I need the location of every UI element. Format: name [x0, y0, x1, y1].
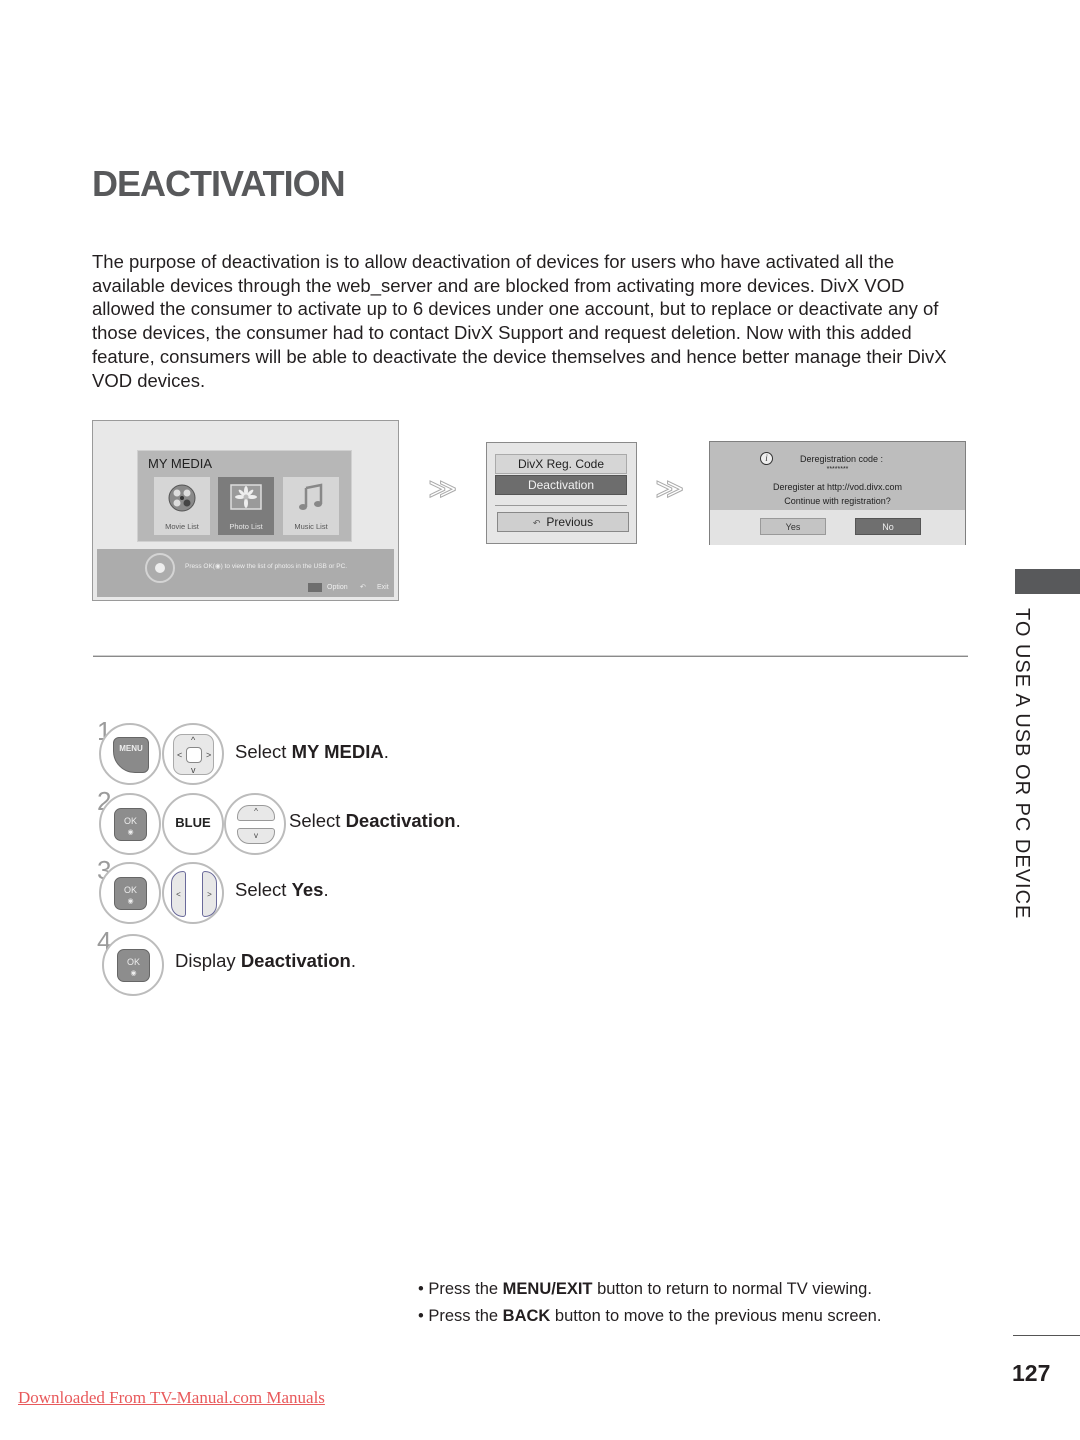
- step-prefix: Display: [175, 950, 241, 971]
- note-item: • Press the BACK button to move to the p…: [418, 1307, 882, 1325]
- step-2-instruction: Select Deactivation.: [289, 810, 461, 832]
- step-target: Deactivation: [240, 950, 351, 971]
- my-media-screenshot: MY MEDIA Movie List Photo List Music Lis…: [92, 420, 399, 601]
- option-label: Option: [327, 584, 348, 591]
- film-reel-icon: [168, 484, 196, 512]
- tile-label: Photo List: [229, 522, 263, 531]
- ok-key: OK ◉: [114, 808, 147, 841]
- step-suffix: .: [455, 810, 461, 831]
- yes-button[interactable]: Yes: [760, 518, 826, 535]
- photo-icon: [230, 484, 262, 510]
- dialog-question: Continue with registration?: [784, 496, 891, 506]
- dpad-icon: [145, 553, 175, 583]
- page-number: 127: [1012, 1360, 1051, 1386]
- step-suffix: .: [350, 950, 356, 971]
- tile-label: Movie List: [165, 522, 199, 531]
- step-3-instruction: Select Yes.: [235, 879, 329, 901]
- page-title: DEACTIVATION: [92, 163, 346, 204]
- no-button[interactable]: No: [855, 518, 921, 535]
- menu-key: MENU: [113, 737, 149, 773]
- side-tab-label: TO USE A USB OR PC DEVICE: [1011, 608, 1033, 920]
- next-arrow-icon: ≫: [654, 472, 685, 506]
- exit-label: Exit: [377, 584, 389, 591]
- ok-key: OK ◉: [114, 877, 147, 910]
- dialog-buttons: Yes No: [710, 510, 965, 545]
- side-tab-marker: [1015, 569, 1080, 594]
- footer-download-link[interactable]: Downloaded From TV-Manual.com Manuals: [18, 1388, 325, 1408]
- step-suffix: .: [383, 741, 389, 762]
- next-arrow-icon: ≫: [427, 472, 458, 506]
- ok-button-icon: OK ◉: [102, 934, 164, 996]
- back-icon: ↶: [360, 584, 366, 591]
- my-media-hint: Press OK(◉) to view the list of photos i…: [185, 563, 348, 570]
- step-prefix: Select: [235, 741, 292, 762]
- ok-key: OK ◉: [117, 949, 150, 982]
- left-right-button-icon: < >: [162, 862, 224, 924]
- notes-list: • Press the MENU/EXIT button to return t…: [418, 1276, 881, 1330]
- note-item: • Press the MENU/EXIT button to return t…: [418, 1280, 872, 1298]
- menu-item-deactivation[interactable]: Deactivation: [495, 475, 627, 495]
- previous-label: Previous: [546, 515, 594, 529]
- blue-key: BLUE: [175, 815, 211, 830]
- page-number-rule: [1013, 1335, 1080, 1336]
- intro-paragraph: The purpose of deactivation is to allow …: [92, 251, 947, 391]
- section-divider: [93, 655, 968, 657]
- dialog-body: i Deregistration code : ******** Deregis…: [710, 442, 965, 510]
- up-down-button-icon: ^ v: [224, 793, 286, 855]
- deregistration-dialog: i Deregistration code : ******** Deregis…: [709, 441, 966, 545]
- tile-label: Music List: [294, 522, 328, 531]
- navigation-button-icon: ^ v < >: [162, 723, 224, 785]
- my-media-hint-bar: Press OK(◉) to view the list of photos i…: [97, 549, 394, 597]
- back-icon: ↶: [532, 518, 541, 528]
- dpad: ^ v < >: [173, 734, 214, 775]
- menu-divider: [495, 505, 627, 506]
- tile-music-list[interactable]: Music List: [283, 477, 339, 535]
- previous-button[interactable]: ↶ Previous: [497, 512, 629, 532]
- blue-button-icon: BLUE: [162, 793, 224, 855]
- step-prefix: Select: [235, 879, 292, 900]
- my-media-panel: MY MEDIA Movie List Photo List Music Lis…: [137, 450, 352, 542]
- step-target: Deactivation: [345, 810, 456, 831]
- ok-button-icon: OK ◉: [99, 793, 161, 855]
- step-suffix: .: [323, 879, 329, 900]
- option-key-icon: [308, 583, 322, 592]
- tile-movie-list[interactable]: Movie List: [154, 477, 210, 535]
- dialog-url-text: Deregister at http://vod.divx.com: [772, 482, 903, 492]
- step-target: MY MEDIA: [291, 741, 384, 762]
- dialog-code-label: Deregistration code :: [799, 454, 884, 464]
- music-note-icon: [299, 483, 323, 510]
- dialog-code-value: ********: [826, 466, 849, 473]
- my-media-title: MY MEDIA: [148, 456, 213, 471]
- step-prefix: Select: [289, 810, 346, 831]
- tile-photo-list[interactable]: Photo List: [218, 477, 274, 535]
- step-target: Yes: [291, 879, 324, 900]
- ok-button-icon: OK ◉: [99, 862, 161, 924]
- divx-menu-screenshot: DivX Reg. Code Deactivation ↶ Previous: [486, 442, 637, 544]
- step-1-instruction: Select MY MEDIA.: [235, 741, 389, 763]
- menu-button-icon: MENU: [99, 723, 161, 785]
- step-4-instruction: Display Deactivation.: [175, 950, 356, 972]
- menu-item-divx-reg-code[interactable]: DivX Reg. Code: [495, 454, 627, 474]
